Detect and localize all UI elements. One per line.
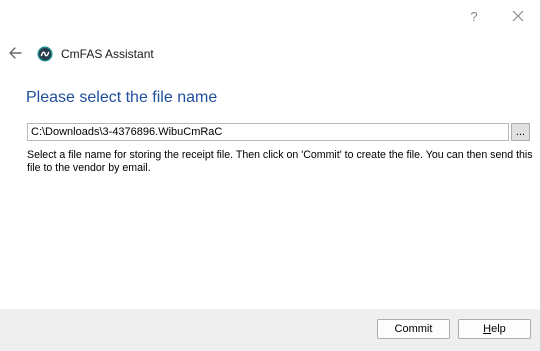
commit-button[interactable]: Commit: [377, 319, 450, 339]
help-button[interactable]: Help: [458, 319, 531, 339]
browse-button[interactable]: ...: [511, 123, 530, 141]
help-label-rest: elp: [491, 323, 506, 335]
back-arrow-icon: [9, 47, 22, 59]
help-mnemonic: H: [483, 323, 492, 335]
page-title: Please select the file name: [26, 89, 218, 106]
help-question-button[interactable]: ?: [462, 4, 486, 28]
dialog-window: ? CmFAS Assistant Please select the file…: [0, 0, 541, 351]
instructions-text: Select a file name for storing the recei…: [27, 149, 533, 174]
question-mark-icon: ?: [470, 8, 478, 24]
button-bar: Commit Help: [0, 309, 540, 351]
close-button[interactable]: [506, 4, 530, 28]
close-icon: [512, 10, 524, 22]
app-title: CmFAS Assistant: [61, 47, 154, 61]
file-path-input[interactable]: [27, 123, 509, 141]
back-button[interactable]: [6, 44, 24, 62]
codemeter-logo-icon: [37, 46, 53, 62]
